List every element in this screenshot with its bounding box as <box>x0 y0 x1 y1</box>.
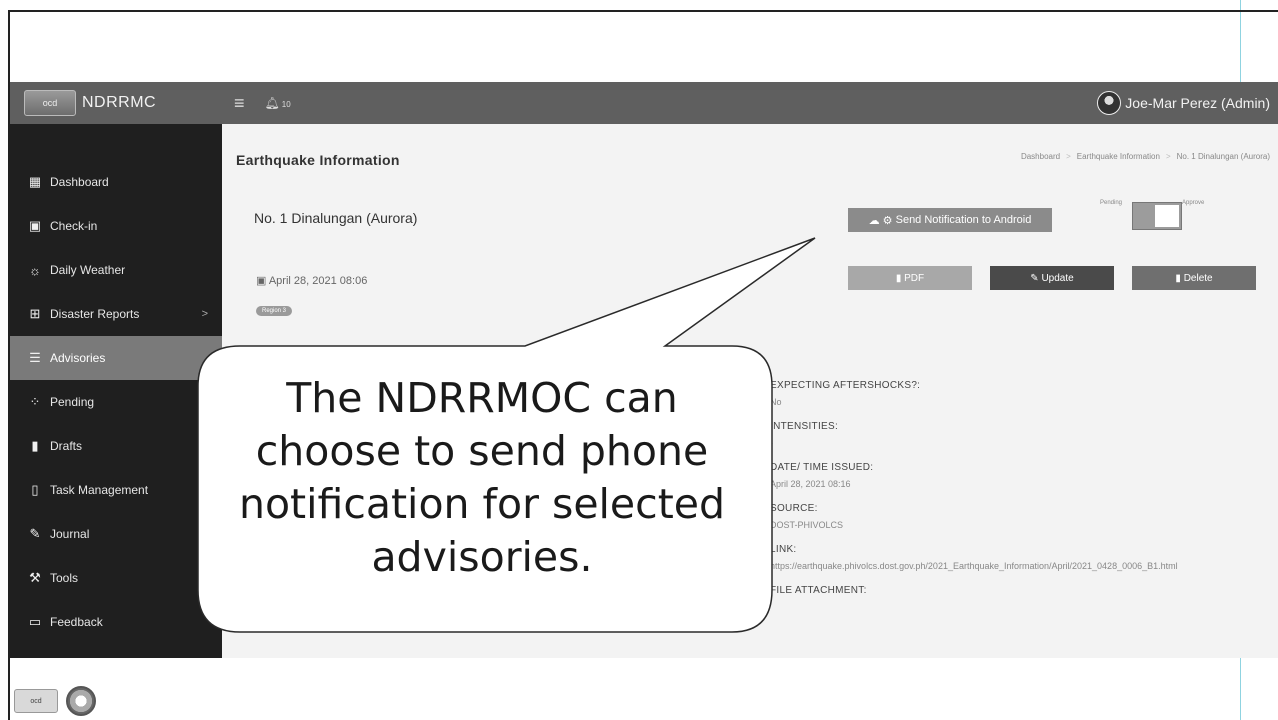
sidebar-item-disaster-reports[interactable]: ⊞ Disaster Reports > <box>10 292 222 336</box>
avatar <box>1097 91 1122 115</box>
link-label: LINK: <box>770 544 797 555</box>
pdf-label: PDF <box>904 272 925 284</box>
wrench-icon: ⚒ <box>29 570 41 585</box>
sidebar-item-label: Feedback <box>50 615 103 629</box>
page-header: Earthquake Information Dashboard > Earth… <box>222 124 1278 196</box>
approval-toggle-group: Pending Approve <box>1100 200 1240 230</box>
sidebar-item-label: Dashboard <box>50 175 109 189</box>
user-menu[interactable]: Joe-Mar Perez (Admin) <box>1097 91 1278 115</box>
breadcrumb-separator: > <box>1165 152 1171 161</box>
edit-icon: ✎ <box>29 526 41 541</box>
sidebar-item-label: Check-in <box>50 219 98 233</box>
pencil-icon: ✎ <box>1030 272 1042 284</box>
intensities-value: - <box>770 438 773 448</box>
sidebar-item-label: Journal <box>50 527 90 541</box>
advisory-details: EXPECTING AFTERSHOCKS?: No INTENSITIES: … <box>770 368 1278 596</box>
toggle-knob <box>1155 205 1179 227</box>
file-pdf-icon: ▮ <box>895 272 905 284</box>
record-date: ▣ April 28, 2021 08:06 <box>256 274 367 287</box>
delete-button[interactable]: ▮ Delete <box>1132 266 1256 290</box>
callout-text: The NDRRMOC can choose to send phone not… <box>238 374 726 581</box>
link-value[interactable]: https://earthquake.phivolcs.dost.gov.ph/… <box>770 559 1278 573</box>
sidebar-item-label: Task Management <box>50 483 149 497</box>
sidebar-item-label: Daily Weather <box>50 263 126 277</box>
sidebar-item-task-management[interactable]: ▯ Task Management <box>10 468 222 512</box>
ndrrmc-seal-icon <box>66 686 96 716</box>
intensities-label: INTENSITIES: <box>770 421 839 432</box>
breadcrumb-separator: > <box>1066 152 1071 161</box>
footer-logos: ocd <box>14 686 96 716</box>
user-name: Joe-Mar Perez (Admin) <box>1125 95 1270 111</box>
sidebar: ▦ Dashboard ▣ Check-in ☼ Daily Weather ⊞… <box>10 124 222 658</box>
toggle-label-approve: Approve <box>1182 200 1205 206</box>
ocd-logo-icon: ocd <box>24 90 76 116</box>
spinner-icon: ⁘ <box>29 394 41 409</box>
ocd-logo-icon: ocd <box>14 689 58 713</box>
send-notification-label: Send Notification to Android <box>895 214 1032 226</box>
sidebar-item-drafts[interactable]: ▮ Drafts <box>10 424 222 468</box>
weather-icon: ☼ <box>29 262 41 278</box>
notification-bell-icon[interactable]: 🔔︎ 10 <box>265 96 291 110</box>
dashboard-icon: ▦ <box>28 174 42 189</box>
update-label: Update <box>1041 272 1074 284</box>
pdf-button[interactable]: ▮ PDF <box>848 266 972 290</box>
sidebar-item-feedback[interactable]: ▭ Feedback <box>10 600 222 644</box>
sidebar-item-dashboard[interactable]: ▦ Dashboard <box>10 160 222 204</box>
region-badge: Region 3 <box>256 306 293 316</box>
brand[interactable]: ocd NDRRMC <box>10 82 222 124</box>
hamburger-menu-icon[interactable]: ≡ <box>234 93 245 114</box>
breadcrumb: Dashboard > Earthquake Information > No.… <box>1021 152 1270 161</box>
date-issued-value: April 28, 2021 08:16 <box>770 479 851 489</box>
calendar-check-icon: ▣ <box>28 218 42 233</box>
file-icon: ▮ <box>31 438 39 453</box>
sidebar-item-check-in[interactable]: ▣ Check-in <box>10 204 222 248</box>
sidebar-item-daily-weather[interactable]: ☼ Daily Weather <box>10 248 222 292</box>
sitemap-icon: ⊞ <box>29 306 41 321</box>
notification-count: 10 <box>281 100 291 109</box>
brand-name: NDRRMC <box>82 94 157 111</box>
sidebar-item-journal[interactable]: ✎ Journal <box>10 512 222 556</box>
sidebar-item-label: Drafts <box>50 439 83 453</box>
file-attachment-label: FILE ATTACHMENT: <box>770 585 867 596</box>
update-button[interactable]: ✎ Update <box>990 266 1114 290</box>
sidebar-item-label: Pending <box>50 395 95 409</box>
sidebar-item-label: Tools <box>50 571 79 585</box>
aftershocks-value: No <box>770 397 782 407</box>
sidebar-item-pending[interactable]: ⁘ Pending <box>10 380 222 424</box>
date-issued-label: DATE/ TIME ISSUED: <box>770 462 874 473</box>
source-label: SOURCE: <box>770 503 818 514</box>
trash-icon: ▮ <box>1175 272 1184 284</box>
record-date-value: April 28, 2021 08:06 <box>268 275 368 287</box>
delete-label: Delete <box>1183 272 1213 284</box>
source-value: DOST-PHIVOLCS <box>770 520 844 530</box>
list-icon: ☰ <box>29 350 41 365</box>
cloud-icon: ☁ ⚙ <box>868 214 896 227</box>
chevron-right-icon: > <box>201 308 208 320</box>
toggle-label-pending: Pending <box>1100 200 1123 206</box>
calendar-icon: ▣ <box>256 275 269 287</box>
breadcrumb-earthquake-information[interactable]: Earthquake Information <box>1077 152 1160 161</box>
comment-icon: ▭ <box>28 614 42 629</box>
record-title: No. 1 Dinalungan (Aurora) <box>254 210 418 226</box>
breadcrumb-dashboard[interactable]: Dashboard <box>1021 152 1060 161</box>
aftershocks-label: EXPECTING AFTERSHOCKS?: <box>770 380 921 391</box>
sidebar-item-tools[interactable]: ⚒ Tools <box>10 556 222 600</box>
breadcrumb-current: No. 1 Dinalungan (Aurora) <box>1176 152 1270 161</box>
approval-toggle[interactable] <box>1132 202 1182 230</box>
clipboard-icon: ▯ <box>31 482 39 497</box>
send-notification-button[interactable]: ☁ ⚙ Send Notification to Android <box>848 208 1052 232</box>
sidebar-item-advisories[interactable]: ☰ Advisories <box>10 336 222 380</box>
sidebar-item-label: Disaster Reports <box>50 307 140 321</box>
sidebar-item-label: Advisories <box>50 351 106 365</box>
top-app-bar: ocd NDRRMC ≡ 🔔︎ 10 Joe-Mar Perez (Admin) <box>10 82 1278 124</box>
